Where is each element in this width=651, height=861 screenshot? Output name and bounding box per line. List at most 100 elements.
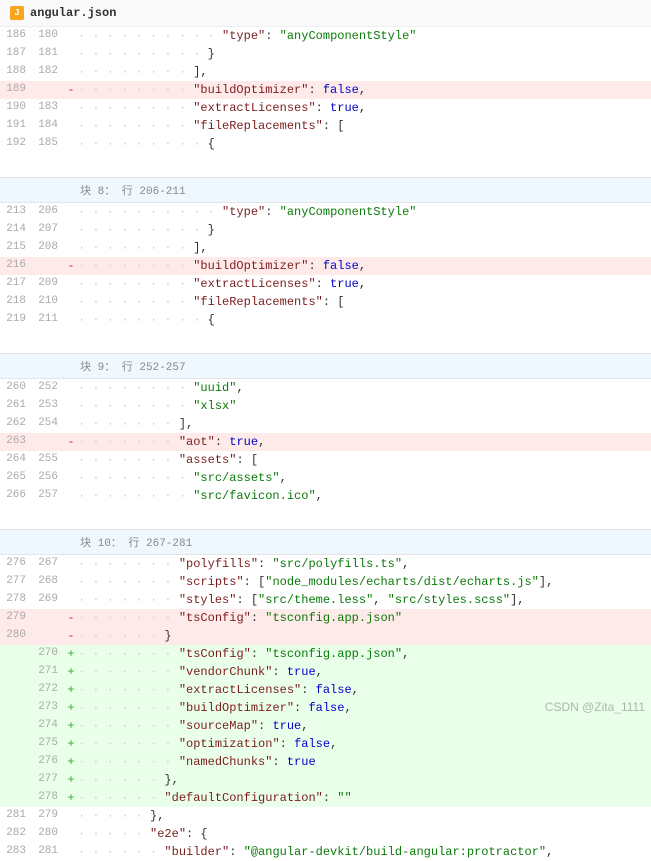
line-number-old: 261 <box>0 397 32 415</box>
diff-line[interactable]: 189-· · · · · · · · "buildOptimizer": fa… <box>0 81 651 99</box>
diff-sign: - <box>64 609 78 627</box>
line-number-old: 278 <box>0 591 32 609</box>
diff-line[interactable]: 186180 · · · · · · · · · · "type": "anyC… <box>0 27 651 45</box>
line-number-new: 270 <box>32 645 64 663</box>
line-number-old: 214 <box>0 221 32 239</box>
line-number-old <box>0 699 32 717</box>
diff-line[interactable]: 217209 · · · · · · · · "extractLicenses"… <box>0 275 651 293</box>
diff-line[interactable]: 192185 · · · · · · · · · { <box>0 135 651 153</box>
diff-line[interactable]: 263-· · · · · · · "aot": true, <box>0 433 651 451</box>
diff-line[interactable]: 272+· · · · · · · "extractLicenses": fal… <box>0 681 651 699</box>
diff-sign: + <box>64 789 78 807</box>
line-number-old <box>0 663 32 681</box>
diff-line[interactable]: 219211 · · · · · · · · · { <box>0 311 651 329</box>
code-content: · · · · · · "builder": "@angular-devkit/… <box>78 843 651 861</box>
line-number-new: 274 <box>32 717 64 735</box>
diff-line[interactable]: 218210 · · · · · · · · "fileReplacements… <box>0 293 651 311</box>
diff-line[interactable]: 278269 · · · · · · · "styles": ["src/the… <box>0 591 651 609</box>
line-number-old: 281 <box>0 807 32 825</box>
code-content: · · · · · · }, <box>78 771 651 789</box>
line-number-new: 210 <box>32 293 64 311</box>
code-content: · · · · · · · · "xlsx" <box>78 397 651 415</box>
diff-sign: + <box>64 753 78 771</box>
diff-line[interactable]: 190183 · · · · · · · · "extractLicenses"… <box>0 99 651 117</box>
line-number-old: 277 <box>0 573 32 591</box>
diff-line[interactable]: 188182 · · · · · · · · ], <box>0 63 651 81</box>
line-number-new <box>32 627 64 645</box>
diff-line[interactable]: 260252 · · · · · · · · "uuid", <box>0 379 651 397</box>
code-content: · · · · · · · · · } <box>78 45 651 63</box>
line-number-new: 273 <box>32 699 64 717</box>
line-number-new: 256 <box>32 469 64 487</box>
diff-sign <box>64 99 78 117</box>
line-number-new: 272 <box>32 681 64 699</box>
line-number-old: 215 <box>0 239 32 257</box>
line-number-old: 218 <box>0 293 32 311</box>
diff-line[interactable]: 275+· · · · · · · "optimization": false, <box>0 735 651 753</box>
diff-sign: - <box>64 81 78 99</box>
diff-sign <box>64 843 78 861</box>
line-number-old: 276 <box>0 555 32 573</box>
line-number-new: 268 <box>32 573 64 591</box>
line-number-new: 180 <box>32 27 64 45</box>
line-number-new: 184 <box>32 117 64 135</box>
diff-line[interactable]: 276+· · · · · · · "namedChunks": true <box>0 753 651 771</box>
code-content: · · · · · · · "polyfills": "src/polyfill… <box>78 555 651 573</box>
code-content: · · · · · · · · "src/assets", <box>78 469 651 487</box>
diff-line[interactable]: 278+· · · · · · "defaultConfiguration": … <box>0 789 651 807</box>
diff-line[interactable]: 261253 · · · · · · · · "xlsx" <box>0 397 651 415</box>
diff-line[interactable]: 276267 · · · · · · · "polyfills": "src/p… <box>0 555 651 573</box>
diff-sign <box>64 573 78 591</box>
diff-line[interactable]: 270+· · · · · · · "tsConfig": "tsconfig.… <box>0 645 651 663</box>
diff-line[interactable]: 273+· · · · · · · "buildOptimizer": fals… <box>0 699 651 717</box>
diff-line[interactable]: 191184 · · · · · · · · "fileReplacements… <box>0 117 651 135</box>
code-content: · · · · · · · "aot": true, <box>78 433 651 451</box>
diff-line[interactable]: 282280 · · · · · "e2e": { <box>0 825 651 843</box>
diff-line[interactable]: 214207 · · · · · · · · · } <box>0 221 651 239</box>
line-number-old: 187 <box>0 45 32 63</box>
diff-line[interactable]: 216-· · · · · · · · "buildOptimizer": fa… <box>0 257 651 275</box>
code-content: · · · · · · · · "extractLicenses": true, <box>78 275 651 293</box>
diff-line[interactable]: 281279 · · · · · }, <box>0 807 651 825</box>
code-content: · · · · · · · "buildOptimizer": false, <box>78 699 651 717</box>
code-content: · · · · · · · "extractLicenses": false, <box>78 681 651 699</box>
line-number-old: 266 <box>0 487 32 505</box>
line-number-new: 280 <box>32 825 64 843</box>
code-content: · · · · · · · · · { <box>78 311 651 329</box>
code-content: · · · · · · · "styles": ["src/theme.less… <box>78 591 651 609</box>
code-content: · · · · · · · · "buildOptimizer": false, <box>78 257 651 275</box>
code-content: · · · · · · · · "uuid", <box>78 379 651 397</box>
diff-line[interactable]: 215208 · · · · · · · · ], <box>0 239 651 257</box>
diff-line[interactable]: 283281 · · · · · · "builder": "@angular-… <box>0 843 651 861</box>
diff-line[interactable]: 277268 · · · · · · · "scripts": ["node_m… <box>0 573 651 591</box>
diff-line[interactable]: 271+· · · · · · · "vendorChunk": true, <box>0 663 651 681</box>
line-number-new: 267 <box>32 555 64 573</box>
line-number-old: 186 <box>0 27 32 45</box>
diff-line[interactable]: 264255 · · · · · · · "assets": [ <box>0 451 651 469</box>
code-content: · · · · · · } <box>78 627 651 645</box>
diff-line[interactable]: 266257 · · · · · · · · "src/favicon.ico"… <box>0 487 651 505</box>
diff-line[interactable]: 274+· · · · · · · "sourceMap": true, <box>0 717 651 735</box>
hunk-header: 块 8： 行 206-211 <box>0 177 651 203</box>
line-number-old: 188 <box>0 63 32 81</box>
file-name[interactable]: angular.json <box>30 6 116 20</box>
diff-line[interactable]: 213206 · · · · · · · · · · "type": "anyC… <box>0 203 651 221</box>
diff-sign <box>64 293 78 311</box>
diff-line[interactable]: 187181 · · · · · · · · · } <box>0 45 651 63</box>
diff-line[interactable]: 280-· · · · · · } <box>0 627 651 645</box>
line-number-old: 191 <box>0 117 32 135</box>
line-number-new <box>32 609 64 627</box>
code-content: · · · · · · · · · { <box>78 135 651 153</box>
code-content: · · · · · · "defaultConfiguration": "" <box>78 789 651 807</box>
code-content: · · · · · · · "tsConfig": "tsconfig.app.… <box>78 645 651 663</box>
diff-line[interactable]: 277+· · · · · · }, <box>0 771 651 789</box>
line-number-new: 253 <box>32 397 64 415</box>
diff-line[interactable]: 262254 · · · · · · · ], <box>0 415 651 433</box>
line-number-old <box>0 645 32 663</box>
code-content: · · · · · · · "sourceMap": true, <box>78 717 651 735</box>
line-number-old: 219 <box>0 311 32 329</box>
diff-line[interactable]: 279-· · · · · · · "tsConfig": "tsconfig.… <box>0 609 651 627</box>
code-content: · · · · · · · · "buildOptimizer": false, <box>78 81 651 99</box>
diff-sign <box>64 825 78 843</box>
diff-line[interactable]: 265256 · · · · · · · · "src/assets", <box>0 469 651 487</box>
